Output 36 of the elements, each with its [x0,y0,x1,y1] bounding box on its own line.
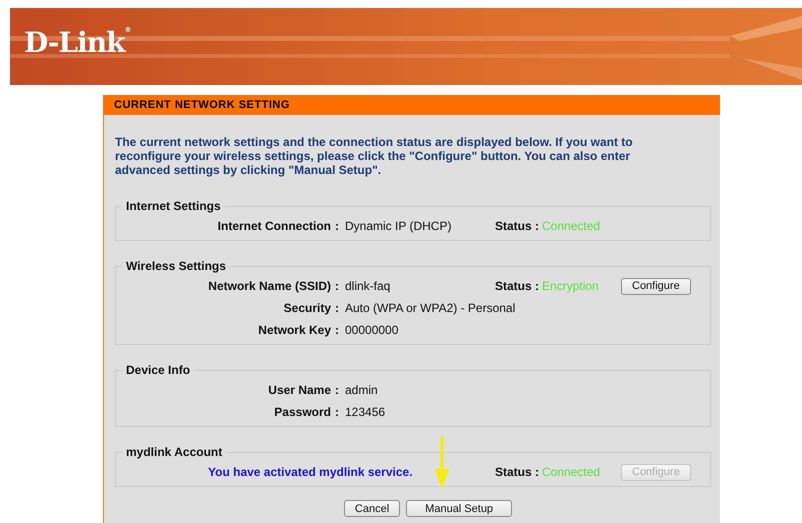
field-separator: : [334,301,340,315]
field-value: dlink-faq [344,279,392,293]
service-message: You have activated mydlink service. [207,465,414,479]
field-value: Dynamic IP (DHCP) [344,219,452,233]
status-label: Status : [495,465,540,479]
configure-button[interactable]: Configure [621,278,691,294]
action-button[interactable]: Manual Setup [406,500,512,517]
status-label: Status : [495,279,540,293]
status-value: Encryption [542,279,599,293]
field-label: Security [282,301,331,315]
group-title: Wireless Settings [122,259,230,273]
group-title: Device Info [122,363,194,377]
field-label: Internet Connection [216,219,331,233]
field-value: admin [344,383,379,397]
field-separator: : [334,323,340,337]
field-value: Auto (WPA or WPA2) - Personal [344,301,516,315]
group-title: mydlink Account [122,445,226,459]
field-label: Network Name (SSID) [207,279,331,293]
field-separator: : [334,219,340,233]
field-label: Network Key [257,323,331,337]
field-value: 00000000 [344,323,400,337]
field-separator: : [334,279,340,293]
field-label: User Name [267,383,331,397]
group-title: Internet Settings [122,199,225,213]
action-button[interactable]: Cancel [344,500,400,517]
field-label: Password [273,405,331,419]
logo: D-Link$^{®}$ [24,26,131,59]
configure-button: Configure [621,464,691,480]
field-value: 123456 [344,405,386,419]
field-separator: : [334,383,340,397]
intro-text: The current network settings and the connection status are displayed below. If you want to reconfigure your wireless settings, please click the "Configure" button. You can also enter advanced settings by clicking "Manual Setup". [115,134,634,177]
status-value: Connected [542,465,600,479]
panel-title: CURRENT NETWORK SETTING [104,95,720,115]
field-separator: : [334,405,340,419]
status-label: Status : [495,219,540,233]
status-value: Connected [542,219,600,233]
